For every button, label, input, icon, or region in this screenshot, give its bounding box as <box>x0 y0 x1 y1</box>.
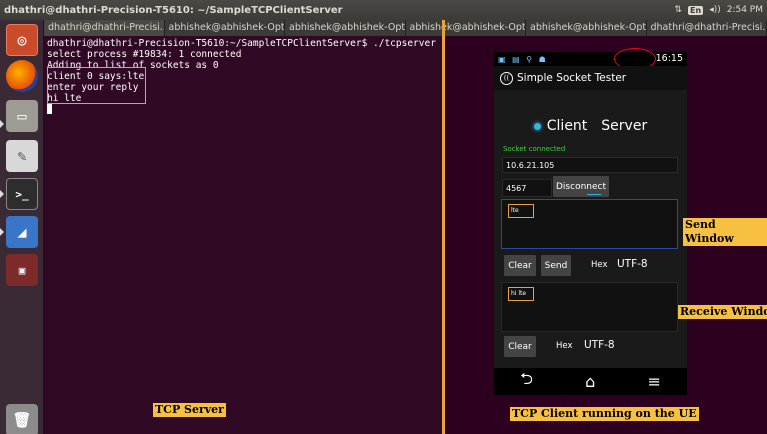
phone-status-bar: ▣ ▤ ⚲ ☗ 16:15 <box>494 48 687 70</box>
tab-abhishek-4[interactable]: abhishek@abhishek-Opt... × <box>526 20 647 36</box>
phone-clock: 16:15 <box>655 53 683 64</box>
socket-status: Socket connected <box>503 145 566 153</box>
app-title: Simple Socket Tester <box>517 72 627 84</box>
terminal-highlight-box <box>47 67 146 104</box>
send-text-highlight: lte <box>508 204 534 218</box>
send-textarea[interactable]: lte <box>501 199 678 249</box>
receive-textarea[interactable]: hi lte <box>501 282 678 332</box>
disconnect-button[interactable]: Disconnect <box>553 176 609 197</box>
app-logo-icon: (( <box>500 71 513 85</box>
caption-tcp-client: TCP Client running on the UE <box>510 407 699 421</box>
tab-abhishek-3[interactable]: abhishek@abhishek-Opt... × <box>406 20 526 36</box>
app-bar: (( Simple Socket Tester <box>494 66 687 90</box>
terminal-icon[interactable]: >_ <box>6 178 38 210</box>
clock[interactable]: 2:54 PM <box>727 5 763 15</box>
hex-toggle-receive[interactable]: Hex <box>556 341 573 351</box>
tab-dhathri-1[interactable]: dhathri@dhathri-Precisi... × <box>44 20 165 36</box>
dash-home-icon[interactable]: ◎ <box>6 24 38 56</box>
phone-nav-bar: ⮌ ⌂ ≡ <box>494 368 687 395</box>
encoding-select-receive[interactable]: UTF-8 <box>584 339 615 351</box>
mode-selector: Client Server <box>494 116 687 136</box>
tab-abhishek-1[interactable]: abhishek@abhishek-Opt... × <box>165 20 285 36</box>
terminal-tab-bar: dhathri@dhathri-Precisi... × abhishek@ab… <box>44 20 767 36</box>
terminal-cursor <box>47 104 52 114</box>
window-title: dhathri@dhathri-Precision-T5610: ~/Sampl… <box>4 4 343 16</box>
desktop: dhathri@dhathri-Precision-T5610: ~/Sampl… <box>0 0 767 434</box>
home-icon[interactable]: ⌂ <box>585 372 595 391</box>
launcher-running-indicator <box>0 120 4 128</box>
ip-address-field[interactable]: 10.6.21.105 <box>502 157 678 173</box>
encoding-select-send[interactable]: UTF-8 <box>617 258 648 270</box>
app-icon[interactable]: ▣ <box>6 254 38 286</box>
indicator-area: ⇅ En ◂)) 2:54 PM <box>674 0 763 20</box>
text-editor-icon[interactable]: ✎ <box>6 140 38 172</box>
caption-send-window: Send Window <box>683 218 767 246</box>
network-icon[interactable]: ⇅ <box>674 5 682 15</box>
terminal-line: select process #19834: 1 connected <box>47 49 242 60</box>
radio-server[interactable]: Server <box>601 118 647 134</box>
hex-toggle-send[interactable]: Hex <box>591 260 608 270</box>
notification-icons: ▣ ▤ ⚲ ☗ <box>498 54 548 64</box>
terminal-line: dhathri@dhathri-Precision-T5610:~/Sample… <box>47 38 465 49</box>
clear-send-button[interactable]: Clear <box>504 255 536 276</box>
wireshark-icon[interactable]: ◢ <box>6 216 38 248</box>
back-icon[interactable]: ⮌ <box>520 368 533 395</box>
firefox-icon[interactable] <box>6 60 38 92</box>
launcher-running-indicator <box>0 228 4 236</box>
menu-icon[interactable]: ≡ <box>647 372 660 391</box>
phone-screen: ▣ ▤ ⚲ ☗ 16:15 (( Simple Socket Tester Cl… <box>494 48 687 395</box>
caption-receive-window: Receive Window <box>678 305 767 319</box>
received-text-highlight: hi lte <box>508 287 534 301</box>
clear-receive-button[interactable]: Clear <box>504 336 536 357</box>
volume-icon[interactable]: ◂)) <box>709 5 721 15</box>
send-button[interactable]: Send <box>541 255 571 276</box>
keyboard-layout-indicator[interactable]: En <box>688 5 704 15</box>
caption-tcp-server: TCP Server <box>153 403 226 417</box>
launcher-running-indicator <box>0 190 4 198</box>
tab-abhishek-2[interactable]: abhishek@abhishek-Opt... × <box>285 20 406 36</box>
port-field[interactable]: 4567 <box>502 179 552 197</box>
launcher: ◎ ▭ ✎ >_ ◢ ▣ 🗑 <box>0 20 44 434</box>
trash-icon[interactable]: 🗑 <box>6 404 38 434</box>
top-panel: dhathri@dhathri-Precision-T5610: ~/Sampl… <box>0 0 767 20</box>
tab-dhathri-2[interactable]: dhathri@dhathri-Precisi... × <box>647 20 767 36</box>
radio-selected-icon <box>533 122 541 130</box>
files-icon[interactable]: ▭ <box>6 100 38 132</box>
radio-client[interactable]: Client <box>533 118 587 134</box>
